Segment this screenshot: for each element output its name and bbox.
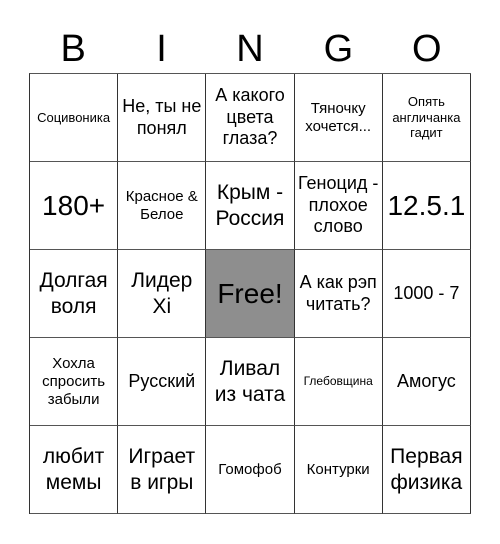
bingo-cell[interactable]: Гомофоб: [206, 426, 295, 514]
bingo-cell[interactable]: Социвоника: [30, 74, 119, 162]
cell-text: 1000 - 7: [393, 282, 460, 303]
bingo-cell[interactable]: 180+: [30, 162, 119, 250]
bingo-cell[interactable]: Долгая воля: [30, 250, 119, 338]
cell-text: Хохла спросить забыли: [42, 354, 106, 408]
cell-text: А как рэп читать?: [299, 271, 377, 314]
cell-text: Глебовщина: [303, 374, 373, 389]
cell-text: 12.5.1: [387, 189, 466, 221]
bingo-cell[interactable]: 1000 - 7: [382, 250, 471, 338]
bingo-cell[interactable]: Глебовщина: [294, 338, 383, 426]
bingo-grid: Социвоника Не, ты не понял А какого цвет…: [29, 73, 471, 514]
bingo-cell[interactable]: Опять англичанка гадит: [382, 74, 471, 162]
header-letter-g: G: [323, 28, 354, 70]
cell-text: Социвоника: [37, 109, 111, 125]
bingo-cell[interactable]: Тяночку хочется...: [294, 74, 383, 162]
bingo-cell[interactable]: Лидер Xi: [118, 250, 207, 338]
bingo-cell[interactable]: Играет в игры: [118, 426, 207, 514]
header-letter-b: B: [60, 28, 86, 70]
cell-text: Красное & Белое: [125, 187, 198, 223]
bingo-cell[interactable]: Ливал из чата: [206, 338, 295, 426]
cell-text: Ливал из чата: [214, 357, 286, 406]
bingo-cell[interactable]: Крым - Россия: [206, 162, 295, 250]
cell-text: Долгая воля: [39, 269, 108, 318]
bingo-cell[interactable]: Красное & Белое: [118, 162, 207, 250]
cell-text: Геноцид - плохое слово: [298, 173, 379, 237]
cell-text: любит мемы: [42, 445, 105, 494]
free-cell[interactable]: Free!: [206, 250, 295, 338]
bingo-cell[interactable]: Первая физика: [382, 426, 471, 514]
cell-text: 180+: [42, 189, 106, 221]
bingo-cell[interactable]: любит мемы: [30, 426, 119, 514]
header-letter-i: I: [156, 28, 167, 70]
bingo-cell[interactable]: Русский: [118, 338, 207, 426]
bingo-cell[interactable]: Геноцид - плохое слово: [294, 162, 383, 250]
cell-text: Гомофоб: [218, 460, 282, 478]
cell-text: Опять англичанка гадит: [392, 94, 461, 141]
bingo-header: B I N G O: [29, 26, 471, 72]
bingo-cell[interactable]: Контурки: [294, 426, 383, 514]
cell-text: Не, ты не понял: [122, 95, 202, 138]
header-letter-o: O: [411, 28, 442, 70]
bingo-cell[interactable]: Хохла спросить забыли: [30, 338, 119, 426]
bingo-cell[interactable]: А какого цвета глаза?: [206, 74, 295, 162]
cell-text: Играет в игры: [128, 445, 196, 494]
cell-text: Лидер Xi: [131, 269, 193, 318]
cell-text: Контурки: [306, 460, 370, 478]
bingo-cell[interactable]: Амогус: [382, 338, 471, 426]
cell-text: Первая физика: [390, 445, 463, 494]
cell-text: Русский: [128, 370, 196, 391]
cell-text: А какого цвета глаза?: [215, 85, 285, 149]
bingo-cell[interactable]: 12.5.1: [382, 162, 471, 250]
bingo-cell[interactable]: А как рэп читать?: [294, 250, 383, 338]
cell-text: Free!: [217, 277, 283, 309]
cell-text: Амогус: [397, 370, 456, 391]
bingo-cell[interactable]: Не, ты не понял: [118, 74, 207, 162]
cell-text: Тяночку хочется...: [305, 99, 372, 135]
header-letter-n: N: [236, 28, 264, 70]
cell-text: Крым - Россия: [215, 181, 285, 230]
